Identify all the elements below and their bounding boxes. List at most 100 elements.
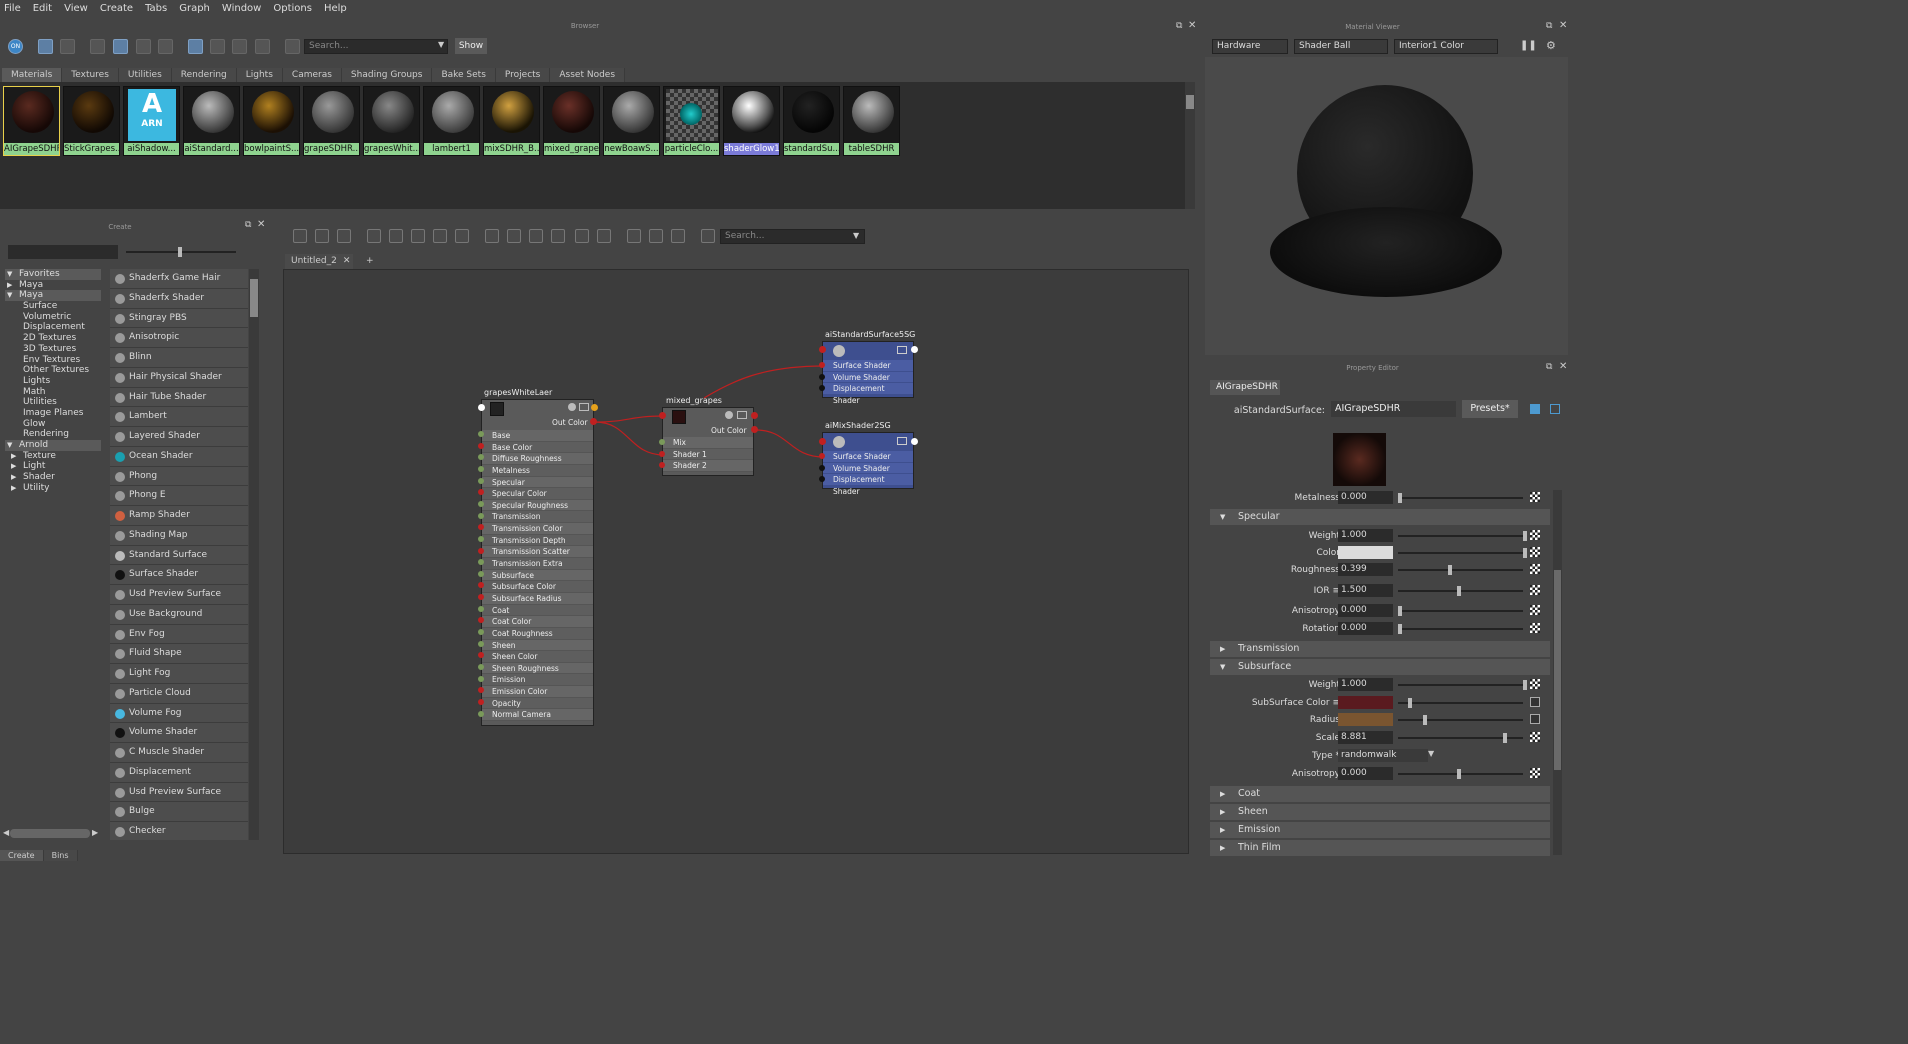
input-port[interactable] [478,675,484,682]
rearrange-icon[interactable] [455,229,469,243]
input-port[interactable] [819,453,825,459]
node-type-item[interactable]: Hair Tube Shader [110,387,248,408]
value-field[interactable]: 0.000 [1338,622,1393,635]
map-texture-icon[interactable] [1530,732,1540,742]
input-port[interactable] [478,664,484,670]
tab-projects[interactable]: Projects [495,68,551,82]
input-port[interactable] [478,710,484,717]
section-header[interactable]: ▼ Specular [1210,509,1550,525]
connected-view-icon[interactable] [507,229,521,243]
out-color-port[interactable] [590,418,597,425]
renderer-select[interactable]: Hardware [1212,39,1288,54]
expand-icon[interactable]: ▼ [7,290,12,301]
value-slider[interactable] [1398,719,1523,721]
node-type-item[interactable]: Usd Preview Surface [110,782,248,803]
tree-item[interactable]: Utilities [5,397,101,408]
tree-item[interactable]: Image Planes [5,408,101,419]
section-header[interactable]: ▶ Transmission [1210,641,1550,657]
attribute-row[interactable]: Subsurface Color [482,581,593,593]
section-header[interactable]: ▶ Thin Film [1210,840,1550,856]
value-field[interactable]: 0.000 [1338,767,1393,780]
out-color-port[interactable] [751,426,758,433]
value-slider[interactable] [1398,610,1523,612]
node-type-item[interactable]: C Muscle Shader [110,743,248,763]
slider-knob[interactable] [1523,548,1527,558]
chevron-down-icon[interactable]: ▼ [853,231,859,240]
menu-file[interactable]: File [4,3,21,14]
slider-knob[interactable] [1456,769,1461,779]
menu-edit[interactable]: Edit [33,3,52,14]
node-type-item[interactable]: Phong E [110,486,248,506]
node-type-item[interactable]: Blinn [110,348,248,368]
swatch-view-icon[interactable] [38,39,53,54]
input-port[interactable] [478,512,484,519]
collapse-icon[interactable]: ▶ [11,451,16,462]
tab-untitled[interactable]: Untitled_2 ✕ [285,254,353,269]
attribute-row[interactable]: Subsurface [482,569,593,582]
pause-icon[interactable]: ❚❚ [1520,40,1537,51]
medium-icons-icon[interactable] [113,39,128,54]
attribute-row[interactable]: Volume Shader [823,371,913,383]
value-field[interactable]: 1.000 [1338,529,1393,542]
input-port[interactable] [659,439,665,445]
tree-item[interactable]: ▶ Utility [5,483,101,494]
input-port[interactable] [478,477,484,484]
environment-select[interactable]: Interior1 Color [1394,39,1498,54]
type-select[interactable]: randomwalk [1338,749,1428,762]
tab-materials[interactable]: Materials [2,68,63,82]
input-port[interactable] [478,535,484,542]
attribute-row[interactable]: Volume Shader [823,462,913,474]
slider-knob[interactable] [1408,698,1412,708]
shape-select[interactable]: Shader Ball [1294,39,1388,54]
value-field[interactable]: 1.000 [1338,678,1393,691]
material-swatch[interactable]: mixed_grapes [543,86,600,156]
tree-item[interactable]: Volumetric [5,312,101,323]
attribute-row[interactable]: Specular [482,476,593,489]
browser-scrollbar[interactable] [1185,82,1195,209]
node-type-item[interactable]: Checker [110,822,248,840]
close-icon[interactable]: ✕ [1559,20,1567,31]
attribute-row[interactable]: Sheen Color [482,651,593,663]
node-type-item[interactable]: Fluid Shape [110,644,248,664]
color-swatch[interactable] [1338,713,1393,726]
attribute-row[interactable]: Sheen Roughness [482,662,593,675]
node-type-item[interactable]: Standard Surface [110,545,248,566]
input-port[interactable] [478,698,484,705]
node-type-item[interactable]: Usd Preview Surface [110,585,248,605]
xl-icons-icon[interactable] [158,39,173,54]
highlight-icon[interactable] [671,229,685,243]
node-type-item[interactable]: Shading Map [110,525,248,546]
map-texture-icon[interactable] [1530,530,1540,540]
input-port[interactable] [819,385,825,391]
value-slider[interactable] [1398,569,1523,571]
presets-button[interactable]: Presets* [1462,400,1518,418]
close-icon[interactable]: ✕ [1188,20,1196,31]
color-swatch[interactable] [1338,696,1393,709]
map-texture-icon[interactable] [1530,564,1540,574]
attribute-row[interactable]: Mix [663,437,753,449]
gear-icon[interactable]: ⚙ [1546,39,1556,52]
collapse-icon[interactable]: ▶ [7,280,12,291]
tree-item[interactable]: ▼ Favorites [5,269,101,280]
tree-item[interactable]: Env Textures [5,355,101,366]
large-icons-icon[interactable] [136,39,151,54]
property-scrollbar[interactable] [1553,490,1562,855]
node-type-item[interactable]: Volume Shader [110,723,248,743]
tree-item[interactable]: Rendering [5,429,101,440]
node-type-item[interactable]: Displacement [110,762,248,783]
attribute-row[interactable]: Base Color [482,441,593,454]
map-texture-icon[interactable] [1530,492,1540,502]
attribute-row[interactable]: Coat [482,604,593,617]
tab-bins[interactable]: Bins [43,850,78,861]
tab-cameras[interactable]: Cameras [282,68,342,82]
tree-item[interactable]: Math [5,387,101,398]
node-output-port[interactable] [911,438,918,445]
node-type-item[interactable]: Volume Fog [110,703,248,724]
attribute-row[interactable]: Emission Color [482,686,593,698]
create-filter-input[interactable] [8,245,118,259]
node-graph-canvas[interactable] [283,269,1189,854]
menu-options[interactable]: Options [273,3,312,14]
attribute-row[interactable]: Emission [482,674,593,687]
material-swatch[interactable]: bowlpaintS... [243,86,300,156]
node-type-item[interactable]: Stingray PBS [110,308,248,329]
